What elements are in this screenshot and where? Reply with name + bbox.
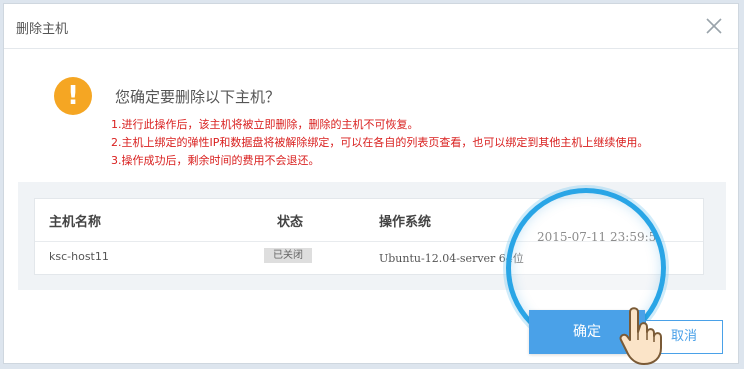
header-host-name: 主机名称: [49, 215, 102, 230]
warning-line: 2.主机上绑定的弹性IP和数据盘将被解除绑定，可以在各自的列表页查看，也可以绑定…: [111, 136, 649, 149]
dialog-title: 删除主机: [16, 22, 69, 37]
warning-line: 1.进行此操作后，该主机将被立即删除，删除的主机不可恢复。: [111, 118, 419, 131]
status-badge: 已关闭: [264, 248, 312, 263]
close-icon[interactable]: [704, 16, 724, 36]
confirm-question: 您确定要删除以下主机？: [115, 88, 281, 106]
hand-pointer-icon: [619, 307, 662, 365]
cell-host-name: ksc-host11: [49, 250, 109, 263]
cell-os: Ubuntu-12.04-server 64位: [379, 252, 524, 265]
delete-host-dialog: 删除主机 ! 您确定要删除以下主机？ 1.进行此操作后，该主机将被立即删除，删除…: [3, 3, 739, 365]
warning-list: 1.进行此操作后，该主机将被立即删除，删除的主机不可恢复。 2.主机上绑定的弹性…: [111, 116, 648, 170]
dialog-title-bar: 删除主机: [4, 4, 738, 49]
header-status: 状态: [277, 215, 304, 230]
exclamation-icon: !: [54, 77, 92, 115]
warning-line: 3.操作成功后，剩余时间的费用不会退还。: [111, 154, 320, 167]
header-os: 操作系统: [379, 215, 432, 230]
